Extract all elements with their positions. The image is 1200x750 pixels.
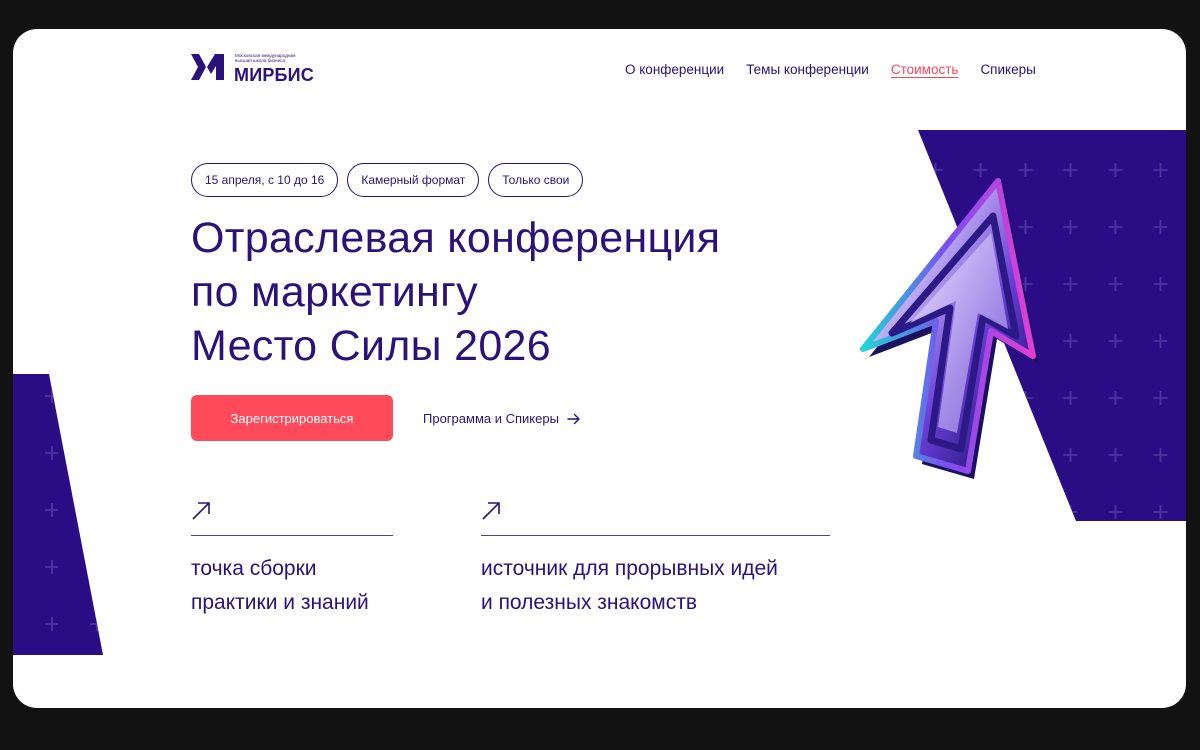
- mirbis-logo-mark-icon: [191, 54, 224, 80]
- feature-divider: [191, 535, 393, 536]
- logo-subtitle-line2: высшая школа бизнеса: [235, 58, 286, 64]
- nav-pricing[interactable]: Стоимость: [891, 62, 959, 77]
- tag-date: 15 апреля, с 10 до 16: [191, 163, 339, 197]
- title-line-3: Место Силы 2026: [191, 322, 551, 370]
- nav-about[interactable]: О конференции: [625, 62, 724, 77]
- arrow-right-icon: [567, 413, 580, 424]
- nav-topics[interactable]: Темы конференции: [746, 62, 869, 77]
- program-speakers-label: Программа и Спикеры: [423, 411, 559, 426]
- feature-text: точка сборки практики и знаний: [191, 552, 393, 620]
- left-decorative-band: [13, 374, 103, 655]
- cursor-pointer-icon: [860, 178, 1039, 479]
- tag-audience: Только свои: [488, 163, 584, 197]
- register-button[interactable]: Зарегистрироваться: [191, 395, 393, 441]
- feature-1: точка сборки практики и знаний: [191, 501, 393, 620]
- title-line-2: по маркетингу: [191, 268, 478, 316]
- event-tags: 15 апреля, с 10 до 16 Камерный формат То…: [191, 163, 584, 197]
- feature-2: источник для прорывных идей и полезных з…: [481, 501, 830, 620]
- feature-2-line-2: и полезных знакомств: [481, 591, 697, 614]
- logo-name: МИРБИС: [234, 65, 315, 85]
- feature-1-line-2: практики и знаний: [191, 591, 369, 614]
- feature-text: источник для прорывных идей и полезных з…: [481, 552, 830, 620]
- arrow-up-right-icon: [192, 502, 210, 520]
- landing-card: Московская международная высшая школа би…: [13, 29, 1186, 708]
- program-speakers-link[interactable]: Программа и Спикеры: [423, 411, 581, 426]
- feature-divider: [481, 535, 830, 536]
- mirbis-logo[interactable]: Московская международная высшая школа би…: [191, 51, 341, 85]
- feature-2-line-1: источник для прорывных идей: [481, 557, 778, 580]
- feature-1-line-1: точка сборки: [191, 557, 317, 580]
- main-nav: О конференции Темы конференции Стоимость…: [625, 62, 1036, 77]
- title-line-1: Отраслевая конференция: [191, 214, 721, 262]
- page-title: Отраслевая конференция по маркетингу Мес…: [191, 211, 851, 373]
- tag-format: Камерный формат: [347, 163, 480, 197]
- nav-speakers[interactable]: Спикеры: [980, 62, 1035, 77]
- arrow-up-right-icon: [482, 502, 500, 520]
- logo-subtitle: Московская международная высшая школа би…: [235, 53, 315, 64]
